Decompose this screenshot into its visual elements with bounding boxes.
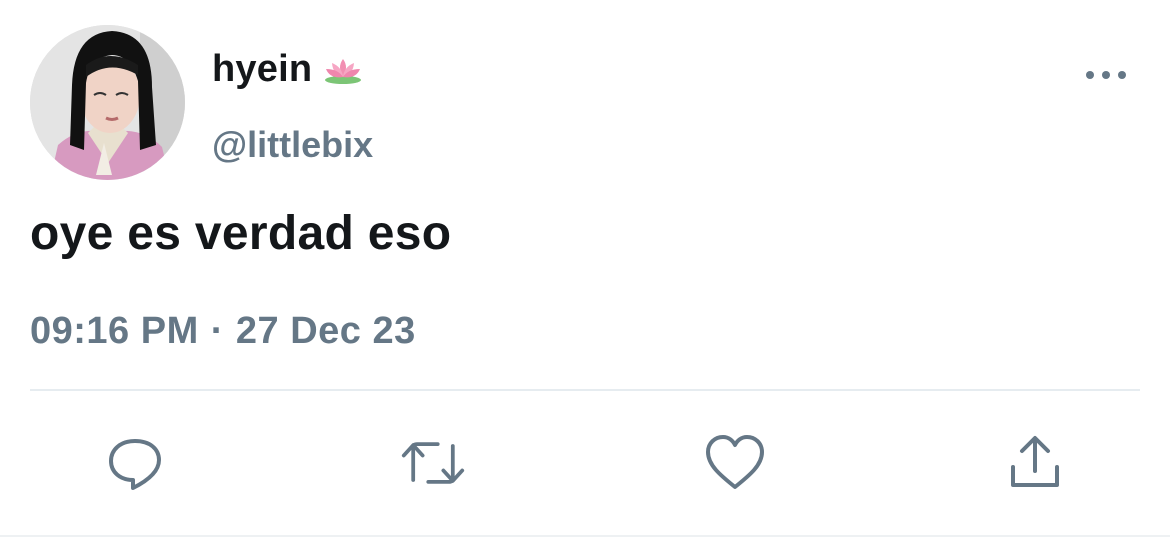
more-dot (1086, 71, 1094, 79)
reply-button[interactable] (102, 430, 168, 496)
heart-icon (706, 435, 764, 489)
reply-icon (109, 439, 161, 490)
display-name[interactable]: hyein (212, 48, 362, 91)
like-button[interactable] (702, 430, 768, 496)
divider (30, 389, 1140, 391)
avatar[interactable] (30, 25, 185, 180)
tweet-time: 09:16 PM (30, 310, 199, 352)
tweet-date: 27 Dec 23 (235, 310, 416, 352)
timestamp-separator: · (210, 310, 224, 352)
more-dot (1118, 71, 1126, 79)
display-name-text: hyein (212, 48, 313, 90)
more-dot (1102, 71, 1110, 79)
bottom-divider (0, 535, 1170, 537)
share-button[interactable] (1002, 430, 1068, 496)
action-bar (0, 430, 1170, 500)
more-options-icon[interactable] (1086, 66, 1126, 84)
tweet-text: oye es verdad eso (30, 207, 452, 260)
user-handle[interactable]: @littlebix (212, 124, 373, 166)
share-icon (1011, 436, 1059, 487)
avatar-photo (30, 25, 185, 180)
retweet-icon (401, 442, 465, 484)
lotus-icon (325, 58, 362, 84)
tweet-timestamp[interactable]: 09:16 PM · 27 Dec 23 (30, 310, 416, 353)
retweet-button[interactable] (400, 430, 466, 496)
